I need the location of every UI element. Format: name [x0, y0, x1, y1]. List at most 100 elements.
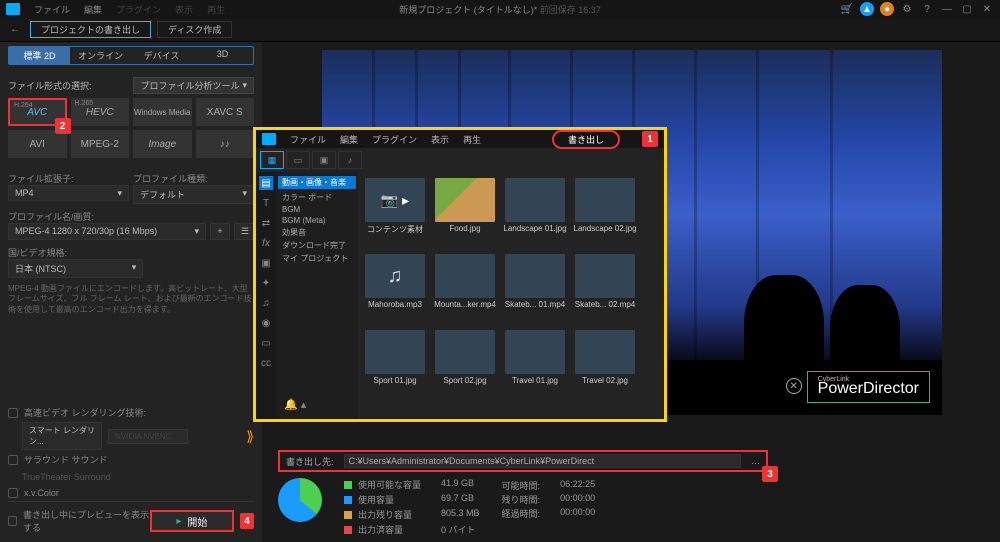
region-label: 国/ビデオ規格:	[8, 246, 254, 259]
thumb-mahoroba[interactable]: ♫Mahoroba.mp3	[362, 254, 428, 326]
marker-1: 1	[642, 131, 658, 147]
thumb-skate2[interactable]: Skateb... 02.mp4	[572, 254, 638, 326]
export-path-row: 書き出し先: … 3	[278, 450, 768, 472]
thumb-sport2[interactable]: Sport 02.jpg	[432, 330, 498, 402]
filter-media-icon[interactable]: ▦	[260, 151, 284, 169]
tab-standard2d[interactable]: 標準 2D	[9, 47, 70, 64]
thumb-travel1[interactable]: Travel 01.jpg	[502, 330, 568, 402]
format-avc[interactable]: H.264AVC 2	[8, 98, 67, 126]
format-hevc[interactable]: H.265HEVC	[71, 98, 130, 126]
filter-audio-icon[interactable]: ♪	[338, 151, 362, 169]
tab-online[interactable]: オンライン	[70, 47, 131, 64]
cart-icon[interactable]: 🛒	[840, 2, 854, 16]
thumb-sport1[interactable]: Sport 01.jpg	[362, 330, 428, 402]
room-subtitle-icon[interactable]: cc	[259, 356, 273, 370]
mode-bar: ← プロジェクトの書き出し ディスク作成	[0, 18, 1000, 42]
xvcolor-checkbox[interactable]	[8, 488, 18, 498]
room-audio-icon[interactable]: ♫	[259, 296, 273, 310]
profname-select[interactable]: MPEG-4 1280 x 720/30p (16 Mbps) ▾	[8, 223, 206, 240]
fastrender-checkbox[interactable]	[8, 408, 18, 418]
format-image[interactable]: Image	[133, 130, 192, 158]
ov-export-button[interactable]: 書き出し	[552, 130, 620, 149]
ov-menu-edit[interactable]: 編集	[340, 133, 358, 146]
maximize-icon[interactable]: ▢	[960, 2, 974, 16]
room-media-icon[interactable]: ▤	[259, 176, 273, 190]
tree-download[interactable]: ダウンロード完了	[278, 239, 356, 252]
room-fx-icon[interactable]: fx	[259, 236, 273, 250]
ov-menu-plugin[interactable]: プラグイン	[372, 133, 417, 146]
marker-3: 3	[762, 466, 778, 482]
user-icon[interactable]: ●	[880, 2, 894, 16]
format-xavc[interactable]: XAVC S	[196, 98, 255, 126]
menu-edit[interactable]: 編集	[84, 3, 102, 16]
tree-se[interactable]: 効果音	[278, 226, 356, 239]
ext-select[interactable]: MP4 ▾	[8, 185, 129, 201]
profname-label: プロファイル名/画質:	[8, 210, 254, 223]
export-sidebar: 標準 2D オンライン デバイス 3D ファイル形式の選択: プロファイル分析ツ…	[0, 42, 262, 542]
room-title-icon[interactable]: T	[259, 196, 273, 210]
tab-device[interactable]: デバイス	[131, 47, 192, 64]
overlay-logo-icon	[262, 133, 276, 145]
app-logo-icon	[6, 3, 20, 15]
browse-button[interactable]: …	[751, 456, 760, 466]
ov-menu-view[interactable]: 表示	[431, 133, 449, 146]
tab-3d[interactable]: 3D	[192, 47, 253, 64]
format-avi[interactable]: AVI	[8, 130, 67, 158]
close-icon[interactable]: ✕	[980, 2, 994, 16]
format-label: ファイル形式の選択:	[8, 79, 92, 92]
format-grid: H.264AVC 2 H.265HEVC Windows Media XAVC …	[8, 98, 254, 158]
start-button[interactable]: ▸ 開始	[150, 510, 234, 532]
ov-menu-play[interactable]: 再生	[463, 133, 481, 146]
filter-image-icon[interactable]: ▣	[312, 151, 336, 169]
menu-view: 表示	[175, 3, 193, 16]
export-path-input[interactable]	[344, 454, 741, 468]
bell-icon[interactable]: 🔔 ▴	[284, 398, 306, 411]
profile-tool-button[interactable]: プロファイル分析ツール ▾	[133, 77, 254, 94]
thumb-travel2[interactable]: Travel 02.jpg	[572, 330, 638, 402]
overlay-grid: 📷 ▸コンテンツ素材 Food.jpg Landscape 01.jpg Lan…	[358, 172, 664, 419]
tree-bgm[interactable]: BGM	[278, 204, 356, 215]
stats-row: 使用可能な容量41.9 GB 使用容量69.7 GB 出力残り容量805.3 M…	[262, 472, 1000, 542]
thumb-food[interactable]: Food.jpg	[432, 178, 498, 250]
thumb-landscape2[interactable]: Landscape 02.jpg	[572, 178, 638, 250]
cloud-icon[interactable]: ▲	[860, 2, 874, 16]
format-wm[interactable]: Windows Media	[133, 98, 192, 126]
preview-during-export-label: 書き出し中にプレビューを表示する	[23, 508, 150, 534]
menu-file[interactable]: ファイル	[34, 3, 70, 16]
thumb-content[interactable]: 📷 ▸コンテンツ素材	[362, 178, 428, 250]
tree-myproject[interactable]: マイ プロジェクト	[278, 252, 356, 265]
minimize-icon[interactable]: —	[940, 2, 954, 16]
room-particle-icon[interactable]: ✦	[259, 276, 273, 290]
marker-2: 2	[55, 118, 71, 134]
gear-icon[interactable]: ⚙	[900, 2, 914, 16]
proftype-select[interactable]: デフォルト ▾	[133, 185, 254, 204]
format-mpeg2[interactable]: MPEG-2	[71, 130, 130, 158]
profile-description: MPEG-4 動画ファイルにエンコードします。高ビットレート、大型フレームサイズ…	[8, 284, 254, 315]
surround-checkbox[interactable]	[8, 455, 18, 465]
logo-close-icon[interactable]: ✕	[786, 378, 802, 394]
encoder-select: NVIDIA NVENC	[108, 429, 188, 444]
preview-during-export-checkbox[interactable]	[8, 516, 17, 526]
tree-bgm-meta[interactable]: BGM (Meta)	[278, 215, 356, 226]
ov-menu-file[interactable]: ファイル	[290, 133, 326, 146]
tree-head[interactable]: 動画・画像・音楽	[278, 176, 356, 189]
help-icon[interactable]: ?	[920, 2, 934, 16]
fastrender-label: 高速ビデオ レンダリング技術:	[24, 406, 146, 419]
profile-add-button[interactable]: +	[210, 223, 230, 240]
room-transition-icon[interactable]: ⇄	[259, 216, 273, 230]
room-pip-icon[interactable]: ▣	[259, 256, 273, 270]
profile-settings-button[interactable]: ☰	[234, 223, 254, 240]
thumb-landscape1[interactable]: Landscape 01.jpg	[502, 178, 568, 250]
room-voice-icon[interactable]: ◉	[259, 316, 273, 330]
tree-colorboard[interactable]: カラー ボード	[278, 191, 356, 204]
filter-video-icon[interactable]: ▭	[286, 151, 310, 169]
thumb-skate1[interactable]: Skateb... 01.mp4	[502, 254, 568, 326]
window-controls: 🛒 ▲ ● ⚙ ? — ▢ ✕	[840, 2, 994, 16]
mode-export[interactable]: プロジェクトの書き出し	[30, 21, 151, 38]
room-chapter-icon[interactable]: ▭	[259, 336, 273, 350]
format-audio[interactable]: ♪♪	[196, 130, 255, 158]
mode-disc[interactable]: ディスク作成	[157, 21, 232, 38]
region-select[interactable]: 日本 (NTSC) ▾	[8, 259, 143, 278]
svrt-select[interactable]: スマート レンダリン...	[22, 422, 102, 450]
thumb-mountain[interactable]: Mounta...ker.mp4	[432, 254, 498, 326]
